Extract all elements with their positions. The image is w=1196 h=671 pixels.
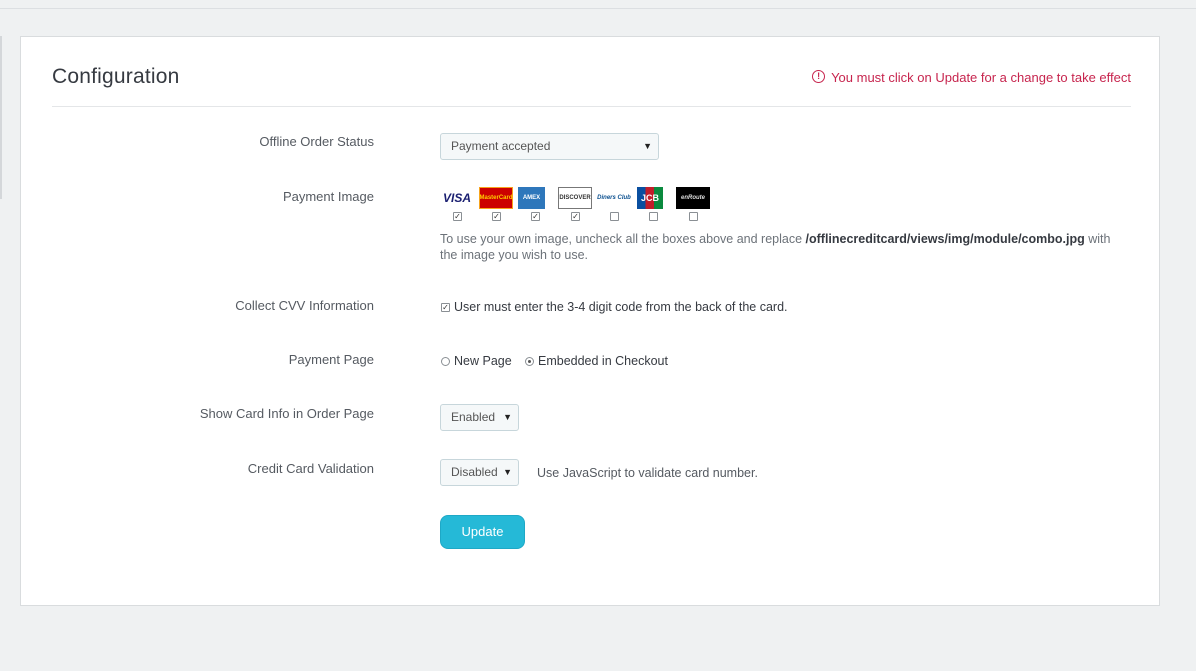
offline-order-status-select[interactable]: Payment accepted ▼ [440,133,659,160]
radio-embedded-checkout[interactable] [525,357,534,366]
payment-image-label: Payment Image [282,189,374,204]
radio-new-page-label: New Page [454,354,512,368]
left-panel-edge [0,36,2,199]
show-card-info-select[interactable]: Enabled ▼ [440,404,519,431]
top-divider [0,8,1196,9]
cc-validation-value: Disabled [451,465,498,479]
mastercard-checkbox[interactable]: ✓ [492,212,501,221]
chevron-down-icon: ▼ [643,141,652,151]
diners-club-checkbox[interactable] [610,212,619,221]
page-title: Configuration [52,65,180,88]
discover-card-icon: DISCOVER [558,187,592,209]
offline-order-status-value: Payment accepted [451,139,551,153]
cc-validation-label: Credit Card Validation [247,461,374,476]
collect-cvv-checkbox[interactable]: ✓ [441,303,450,312]
visa-checkbox[interactable]: ✓ [453,212,462,221]
chevron-down-icon: ▼ [503,412,512,422]
mastercard-card-icon: MasterCard [479,187,513,209]
update-warning: ! You must click on Update for a change … [812,70,1131,85]
visa-card-icon: VISA [442,191,471,205]
payment-image-help: To use your own image, uncheck all the b… [440,231,1120,263]
jcb-card-icon: JCB [637,187,663,209]
panel-heading: Configuration ! You must click on Update… [52,37,1131,107]
chevron-down-icon: ▼ [503,467,512,477]
show-card-info-label: Show Card Info in Order Page [199,406,374,421]
amex-card-icon: AMEX [518,187,545,209]
show-card-info-value: Enabled [451,410,496,424]
help-path: /offlinecreditcard/views/img/module/comb… [805,232,1085,246]
cc-validation-help: Use JavaScript to validate card number. [537,466,758,480]
amex-checkbox[interactable]: ✓ [531,212,540,221]
help-prefix: To use your own image, uncheck all the b… [440,232,806,246]
warning-icon: ! [812,70,826,83]
diners-club-card-icon: Diners Club [597,195,631,201]
update-button[interactable]: Update [440,515,525,549]
configuration-panel: Configuration ! You must click on Update… [20,36,1160,606]
payment-page-label: Payment Page [288,352,374,367]
enroute-card-icon: enRoute [676,187,710,209]
warning-text: You must click on Update for a change to… [831,70,1131,85]
collect-cvv-label: Collect CVV Information [235,298,374,313]
jcb-checkbox[interactable] [649,212,658,221]
cc-validation-select[interactable]: Disabled ▼ [440,459,519,486]
radio-embedded-checkout-label: Embedded in Checkout [538,354,668,368]
radio-new-page[interactable] [441,357,450,366]
offline-order-status-label: Offline Order Status [259,134,374,149]
collect-cvv-checkbox-label: User must enter the 3-4 digit code from … [454,300,788,314]
enroute-checkbox[interactable] [689,212,698,221]
discover-checkbox[interactable]: ✓ [571,212,580,221]
